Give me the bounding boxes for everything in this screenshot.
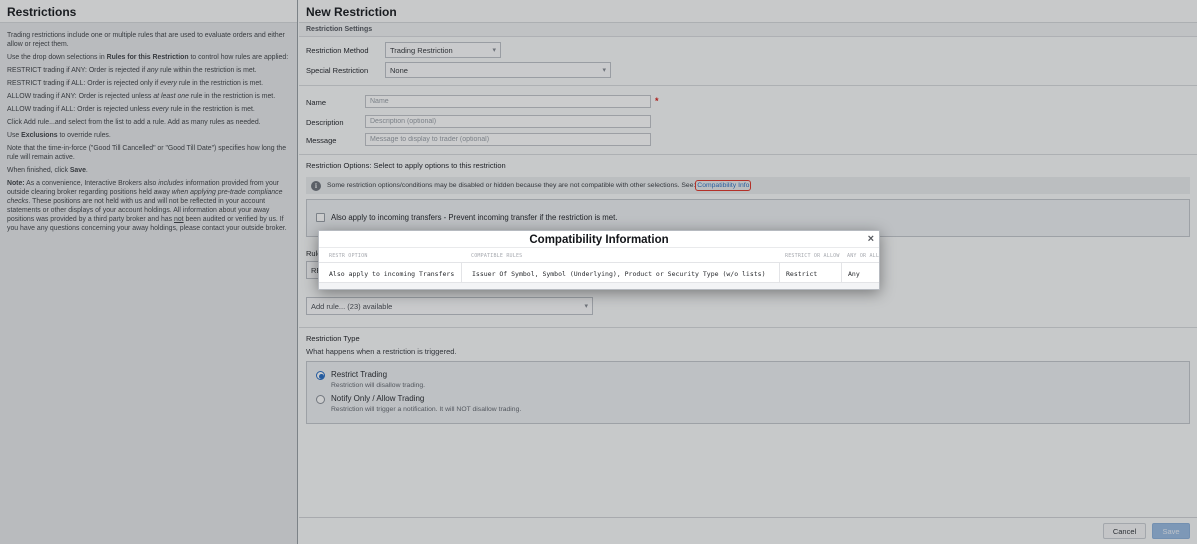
column-header-restrict-or-allow: RESTRICT OR ALLOW — [779, 248, 841, 262]
modal-title: Compatibility Information — [319, 231, 879, 249]
compatibility-information-modal: Compatibility Information × RESTR OPTION… — [318, 230, 880, 290]
cell-any-or-all: Any — [841, 263, 879, 282]
modal-footer-strip — [319, 283, 879, 289]
cell-restr-option: Also apply to incoming Transfers — [319, 263, 461, 282]
app-window: Restrictions Trading restrictions includ… — [0, 0, 1197, 544]
cell-restrict-or-allow: Restrict — [779, 263, 841, 282]
close-icon[interactable]: × — [868, 232, 874, 247]
modal-titlebar: Compatibility Information × — [319, 231, 879, 248]
column-header-restr-option: RESTR OPTION — [319, 248, 461, 262]
table-row: Also apply to incoming Transfers Issuer … — [319, 262, 879, 283]
modal-table-header: RESTR OPTION COMPATIBLE RULES RESTRICT O… — [319, 248, 879, 262]
column-header-any-or-all: ANY OR ALL — [841, 248, 879, 262]
cell-compatible-rules: Issuer Of Symbol, Symbol (Underlying), P… — [461, 263, 779, 282]
column-header-compatible-rules: COMPATIBLE RULES — [461, 248, 779, 262]
